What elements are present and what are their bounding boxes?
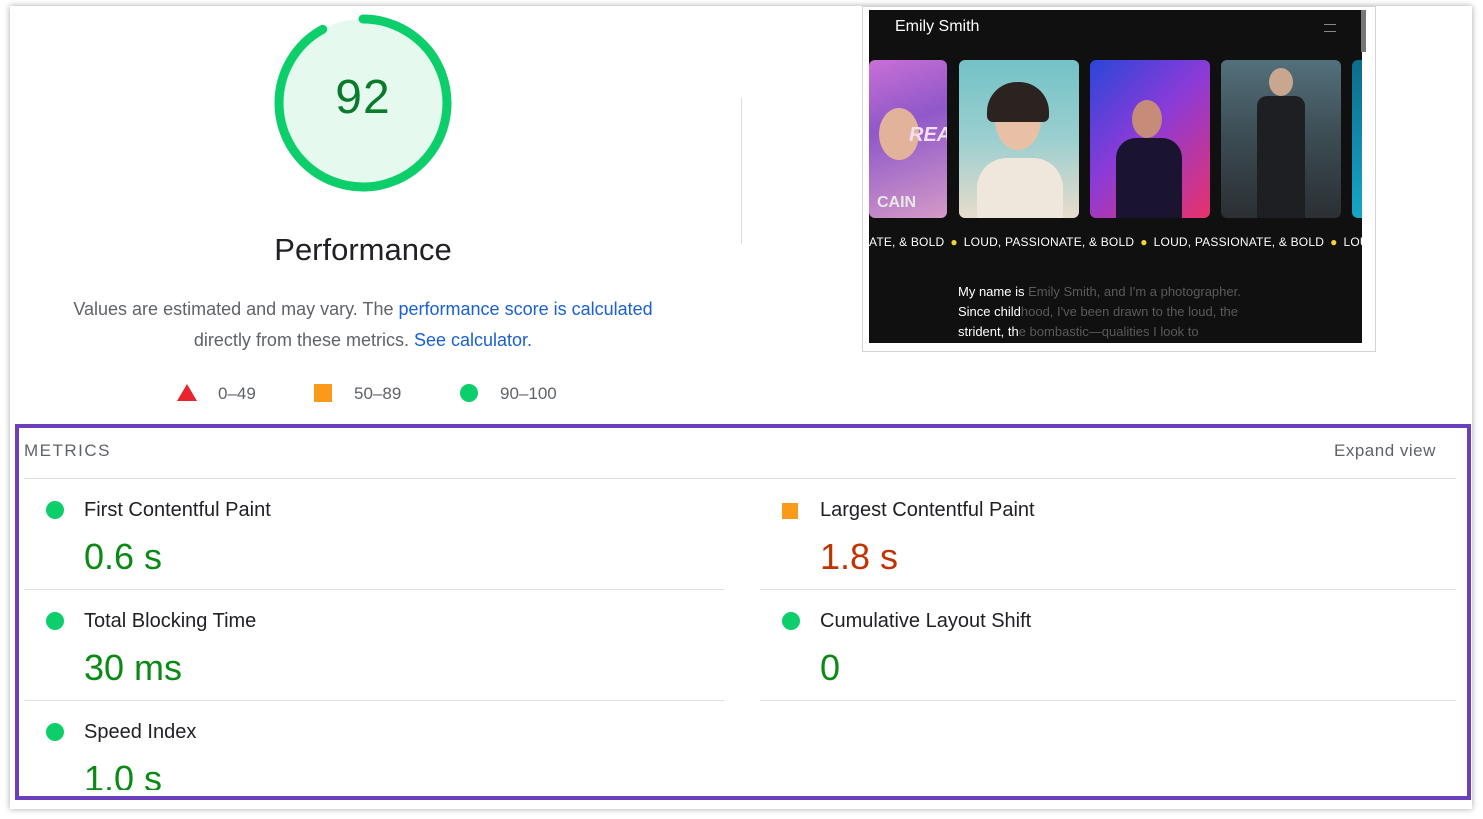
bio-dim: e bombastic—qualities I look to xyxy=(1018,324,1199,339)
photo-tile xyxy=(1090,60,1210,218)
legend-pass-label: 90–100 xyxy=(500,384,557,403)
divider xyxy=(760,700,1456,701)
bio-dim: Emily Smith, and I'm a photographer. xyxy=(1028,284,1241,299)
ticker-strip: ATE, & BOLD ● LOUD, PASSIONATE, & BOLD ● LOU… xyxy=(869,235,1362,249)
bio-bold: strident, th xyxy=(958,324,1019,339)
bio-dim: hood, I've been drawn to the loud, the xyxy=(1020,304,1239,319)
average-square-icon xyxy=(314,384,332,402)
photo-tile xyxy=(1352,60,1362,218)
divider xyxy=(24,478,1456,479)
metric-value-fcp: 0.6 s xyxy=(84,536,163,577)
metric-label-si: Speed Index xyxy=(84,721,197,743)
site-name: Emily Smith xyxy=(895,18,980,35)
metric-value-cls: 0 xyxy=(820,647,841,688)
bio-bold: My name is xyxy=(958,284,1029,299)
expand-view-toggle[interactable]: Expand view xyxy=(1334,441,1436,461)
portrait-body xyxy=(1116,138,1182,218)
average-square-icon xyxy=(782,503,798,519)
photo-tile xyxy=(959,60,1079,218)
photo-tile xyxy=(1221,60,1341,218)
category-title: Performance xyxy=(274,232,452,267)
screenshot-scrollbar[interactable] xyxy=(1361,10,1366,52)
portrait-body xyxy=(1257,96,1305,218)
portrait-body xyxy=(977,158,1063,218)
metric-label-lcp: Largest Contentful Paint xyxy=(820,499,1035,521)
score-description: Values are estimated and may vary. The p… xyxy=(60,294,666,356)
ticker-item: ATE, & BOLD xyxy=(869,235,945,249)
portrait-face xyxy=(1132,100,1162,138)
metric-value-tbt: 30 ms xyxy=(84,647,183,688)
bio-text: My name is Emily Smith, and I'm a photog… xyxy=(958,282,1348,342)
metric-label-fcp: First Contentful Paint xyxy=(84,499,271,521)
portrait-hair xyxy=(987,82,1049,122)
metric-label-tbt: Total Blocking Time xyxy=(84,610,257,632)
divider xyxy=(760,589,1456,590)
legend-average-label: 50–89 xyxy=(354,384,402,403)
pass-circle-icon xyxy=(460,384,478,402)
pass-circle-icon xyxy=(46,723,64,741)
ticker-item: LOUD xyxy=(1343,235,1362,249)
pass-circle-icon xyxy=(782,612,800,630)
photo-text: CAIN xyxy=(877,194,917,211)
pass-circle-icon xyxy=(46,612,64,630)
final-screenshot[interactable]: Emily Smith REA CAIN ATE, & BOLD●LOUD, P… xyxy=(869,10,1362,343)
score-value: 92 xyxy=(335,71,391,124)
score-calculated-link[interactable]: performance score is calculated xyxy=(399,299,653,319)
legend-fail-label: 0–49 xyxy=(218,384,256,403)
ticker-item: LOUD, PASSIONATE, & BOLD xyxy=(963,235,1135,249)
divider xyxy=(741,98,742,244)
metric-value-lcp: 1.8 s xyxy=(820,536,899,577)
pass-circle-icon xyxy=(46,501,64,519)
photo-tile: REA CAIN xyxy=(869,60,947,218)
description-text-2: directly from these metrics. xyxy=(193,330,414,350)
score-legend: 0–49 50–89 90–100 xyxy=(0,382,740,406)
photo-text: REA xyxy=(909,124,947,146)
see-calculator-link[interactable]: See calculator. xyxy=(414,330,532,350)
metric-label-cls: Cumulative Layout Shift xyxy=(820,610,1032,632)
description-text-1: Values are estimated and may vary. The xyxy=(73,299,399,319)
metrics-header: METRICS xyxy=(24,441,111,460)
hamburger-menu-icon xyxy=(1324,24,1336,32)
fail-triangle-icon xyxy=(177,384,197,401)
metric-value-si: 1.0 s xyxy=(84,758,163,790)
divider xyxy=(24,589,724,590)
divider xyxy=(24,700,724,701)
metric-value-si-clip: 1.0 s xyxy=(84,758,384,790)
bio-bold: Since child xyxy=(958,304,1021,319)
ticker-item: LOUD, PASSIONATE, & BOLD xyxy=(1153,235,1325,249)
portrait-face xyxy=(1269,68,1293,96)
